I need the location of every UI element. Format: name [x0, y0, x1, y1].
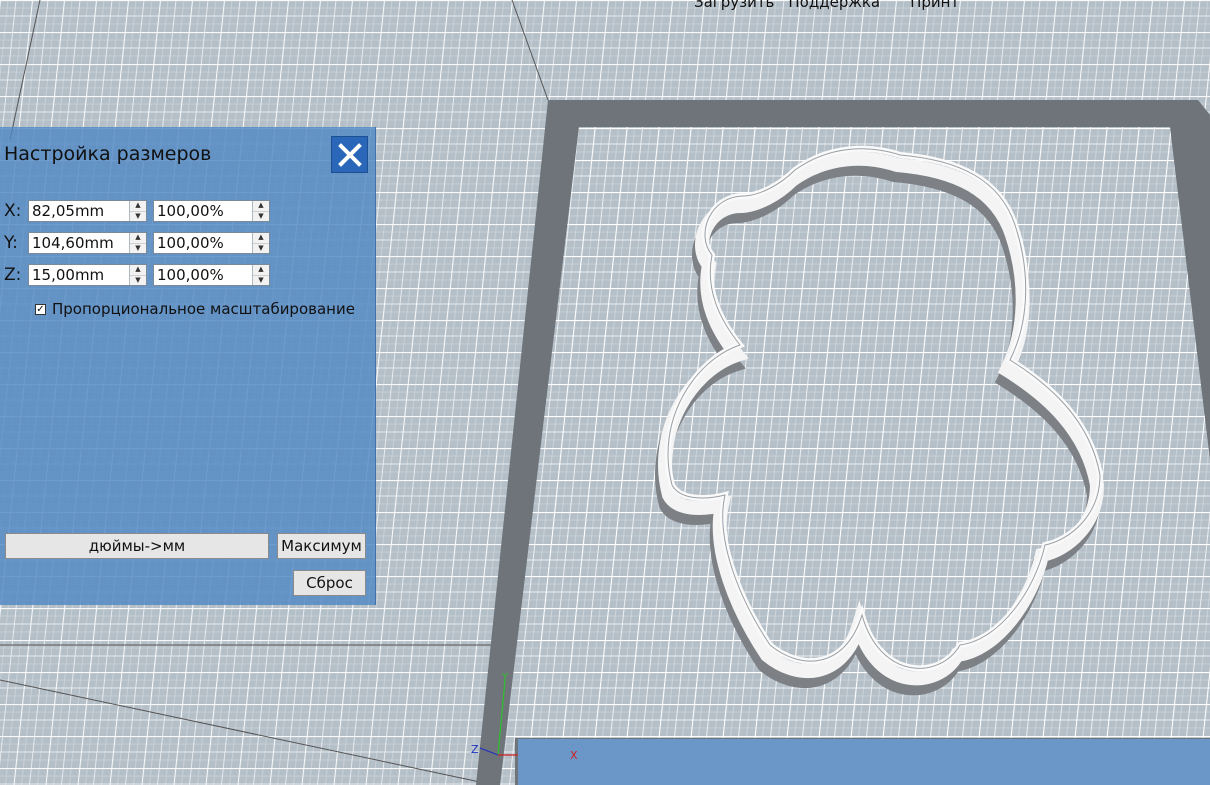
x-mm-value[interactable]: 82,05mm: [29, 202, 129, 220]
panel-title: Настройка размеров: [4, 143, 212, 165]
menu-item-support[interactable]: Поддержка: [788, 0, 880, 11]
z-percent-spinbox[interactable]: 100,00% ▲ ▼: [153, 264, 270, 286]
inch-to-mm-button[interactable]: дюймы->мм: [5, 533, 269, 559]
axis-label-z: Z: [471, 743, 479, 756]
menu-item-print[interactable]: Принт: [910, 0, 959, 11]
proportional-scaling-row[interactable]: ✓ Пропорциональное масштабирование: [35, 300, 355, 318]
close-icon: [337, 142, 362, 167]
y-mm-value[interactable]: 104,60mm: [29, 234, 129, 252]
proportional-scaling-label: Пропорциональное масштабирование: [52, 300, 355, 318]
row-z: Z: 15,00mm ▲ ▼ 100,00% ▲ ▼: [4, 263, 270, 287]
x-percent-spinbox[interactable]: 100,00% ▲ ▼: [153, 200, 270, 222]
axis-label-y: Y: [502, 672, 509, 683]
y-mm-spinbox[interactable]: 104,60mm ▲ ▼: [28, 232, 147, 254]
proportional-scaling-checkbox[interactable]: ✓: [35, 303, 46, 315]
y-percent-value[interactable]: 100,00%: [154, 234, 252, 252]
bottom-status-bar: [518, 739, 1210, 785]
z-mm-value[interactable]: 15,00mm: [29, 266, 129, 284]
resize-panel: Настройка размеров X: 82,05mm ▲ ▼ 100,00%…: [0, 127, 376, 605]
axis-z-label: Z:: [4, 265, 22, 285]
x-mm-spinbox[interactable]: 82,05mm ▲ ▼: [28, 200, 147, 222]
axis-y-label: Y:: [4, 233, 18, 253]
reset-button[interactable]: Сброс: [293, 570, 366, 596]
z-percent-value[interactable]: 100,00%: [154, 266, 252, 284]
y-percent-up-arrow[interactable]: ▲: [253, 233, 269, 244]
maximum-button[interactable]: Максимум: [277, 533, 366, 559]
y-mm-down-arrow[interactable]: ▼: [130, 243, 146, 253]
close-button[interactable]: [331, 136, 368, 173]
x-percent-value[interactable]: 100,00%: [154, 202, 252, 220]
x-percent-up-arrow[interactable]: ▲: [253, 201, 269, 212]
x-mm-down-arrow[interactable]: ▼: [130, 211, 146, 221]
z-mm-spinbox[interactable]: 15,00mm ▲ ▼: [28, 264, 147, 286]
axis-x-label: X:: [4, 201, 22, 221]
top-menu: Загрузить Поддержка Принт: [694, 0, 959, 11]
x-percent-down-arrow[interactable]: ▼: [253, 211, 269, 221]
y-mm-up-arrow[interactable]: ▲: [130, 233, 146, 244]
z-mm-down-arrow[interactable]: ▼: [130, 275, 146, 285]
row-x: X: 82,05mm ▲ ▼ 100,00% ▲ ▼: [4, 199, 270, 223]
z-mm-up-arrow[interactable]: ▲: [130, 265, 146, 276]
axis-label-x: X: [570, 749, 578, 762]
menu-item-load[interactable]: Загрузить: [694, 0, 774, 11]
y-percent-spinbox[interactable]: 100,00% ▲ ▼: [153, 232, 270, 254]
y-percent-down-arrow[interactable]: ▼: [253, 243, 269, 253]
z-percent-down-arrow[interactable]: ▼: [253, 275, 269, 285]
row-y: Y: 104,60mm ▲ ▼ 100,00% ▲ ▼: [4, 231, 270, 255]
z-percent-up-arrow[interactable]: ▲: [253, 265, 269, 276]
x-mm-up-arrow[interactable]: ▲: [130, 201, 146, 212]
